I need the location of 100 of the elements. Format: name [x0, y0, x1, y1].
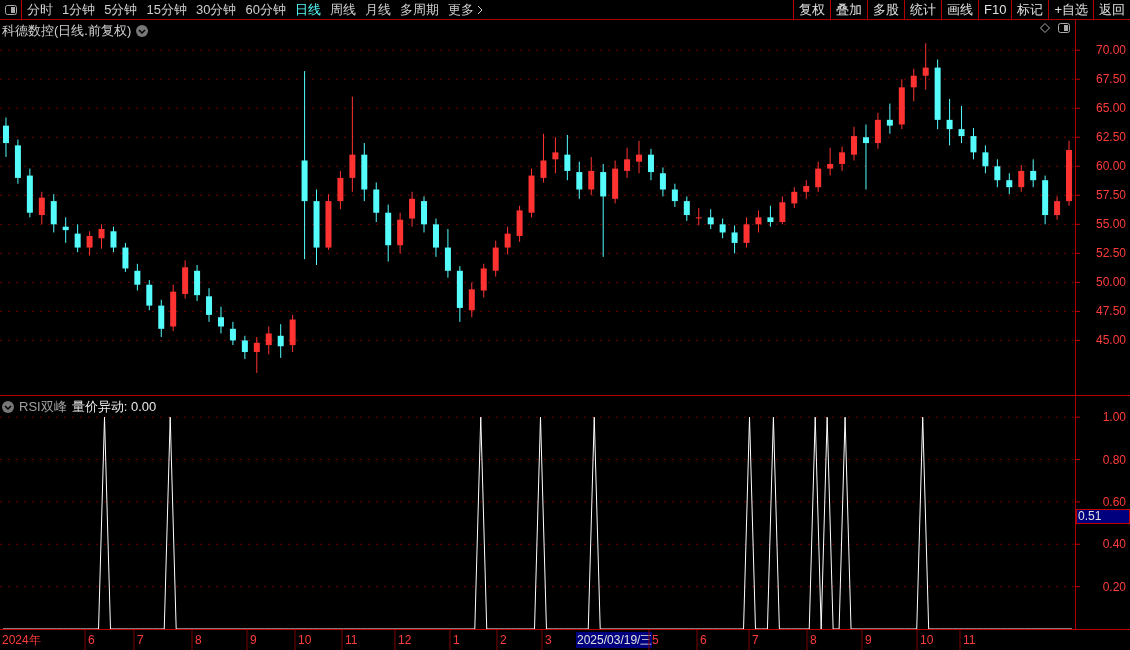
candlestick	[146, 279, 153, 311]
candlestick	[731, 225, 738, 254]
candlestick	[886, 103, 893, 135]
candlestick	[528, 168, 535, 218]
cursor-value-label: 0.51	[1076, 509, 1130, 524]
axis-label: 0.80	[1102, 452, 1126, 467]
axis-label: 62.50	[1095, 130, 1126, 145]
chevron-right-icon	[476, 4, 483, 15]
candlestick	[26, 168, 33, 218]
toolbar-button[interactable]: 复权	[793, 0, 830, 19]
toolbar-button[interactable]: 多股	[867, 0, 904, 19]
date-axis-label: 6	[700, 633, 707, 647]
period-tab[interactable]: 多周期	[399, 0, 439, 20]
axis-label: 0.20	[1102, 579, 1126, 594]
period-tab[interactable]: 60分钟	[245, 0, 286, 20]
candlestick	[337, 170, 344, 210]
candlestick	[874, 112, 881, 150]
toolbar-button[interactable]: 标记	[1011, 0, 1049, 19]
date-axis-label: 12	[398, 633, 412, 647]
period-tab[interactable]: 日线	[294, 0, 321, 20]
dropdown-icon[interactable]	[2, 400, 14, 413]
cursor-date-label: 2025/03/19/三	[576, 632, 653, 648]
candlestick	[707, 208, 714, 230]
candlestick	[624, 147, 631, 179]
candlestick	[970, 127, 977, 160]
indicator-value: 量价异动: 0.00	[71, 398, 157, 416]
candlestick	[779, 195, 786, 225]
candlestick	[612, 160, 619, 204]
candlestick	[241, 335, 248, 360]
candlestick	[170, 284, 177, 332]
candlestick	[110, 226, 117, 253]
period-tab[interactable]: 5分钟	[104, 0, 138, 20]
toolbar-button[interactable]: F10	[978, 0, 1012, 19]
candlestick	[265, 326, 272, 355]
candlestick	[791, 186, 798, 209]
axis-label: 67.50	[1095, 72, 1126, 87]
period-tab[interactable]: 30分钟	[195, 0, 237, 20]
period-tab[interactable]: 15分钟	[146, 0, 187, 20]
candlestick	[576, 161, 583, 200]
candlestick	[1054, 195, 1061, 221]
candlestick	[683, 195, 690, 222]
period-tab[interactable]: 月线	[364, 0, 391, 20]
panel-toggle-icon[interactable]	[1058, 23, 1070, 33]
candlestick	[803, 179, 810, 200]
diamond-icon[interactable]	[1040, 23, 1050, 33]
candlestick	[289, 314, 296, 353]
candlestick	[217, 306, 224, 334]
candlestick	[385, 204, 392, 262]
candlestick	[994, 158, 1001, 188]
candlestick	[325, 193, 332, 251]
candlestick	[946, 98, 953, 146]
candlestick	[182, 259, 189, 300]
candlestick	[958, 105, 965, 144]
axis-label: 70.00	[1095, 43, 1126, 58]
period-tab[interactable]: 分时	[27, 0, 53, 20]
candlestick	[636, 140, 643, 174]
candlestick	[1042, 175, 1049, 225]
candlestick	[74, 223, 81, 253]
candlestick	[86, 230, 93, 257]
candlestick	[361, 142, 368, 202]
candlestick	[397, 212, 404, 254]
candlestick	[934, 58, 941, 130]
toolbar-button[interactable]: 返回	[1093, 0, 1130, 19]
candlestick	[194, 264, 201, 302]
period-tab[interactable]: 1分钟	[62, 0, 96, 20]
date-axis-label: 1	[453, 633, 460, 647]
candlestick	[277, 323, 284, 359]
candlestick	[755, 209, 762, 233]
axis-label: 45.00	[1095, 333, 1126, 348]
date-axis-label: 11	[963, 633, 976, 647]
candlestick	[659, 166, 666, 197]
candlestick	[851, 126, 858, 161]
date-axis-label: 8	[810, 633, 817, 647]
candlestick	[1066, 140, 1073, 207]
date-axis-label: 7	[137, 633, 144, 647]
candlestick	[898, 78, 905, 130]
period-tab[interactable]: 周线	[329, 0, 356, 20]
axis-label: 50.00	[1095, 275, 1126, 290]
date-axis-label: 6	[88, 633, 95, 647]
date-axis-label: 5	[652, 633, 659, 647]
candlestick	[671, 183, 678, 208]
date-axis-label: 10	[920, 633, 934, 647]
candlestick	[253, 336, 260, 374]
axis-label: 0.60	[1102, 494, 1126, 509]
date-axis-label: 2	[500, 633, 507, 647]
axis-label: 1.00	[1102, 410, 1126, 425]
more-button[interactable]: 更多	[447, 0, 483, 20]
toolbar-button[interactable]: +自选	[1048, 0, 1093, 19]
chart-title: 科德数控(日线.前复权)	[2, 22, 132, 40]
toolbar-button[interactable]: 画线	[941, 0, 978, 19]
candlestick	[50, 193, 57, 233]
candlestick	[2, 117, 9, 158]
dropdown-icon[interactable]	[136, 24, 149, 37]
candlestick	[588, 156, 595, 196]
candlestick	[862, 124, 869, 190]
candlestick	[421, 195, 428, 233]
candlestick	[564, 134, 571, 181]
toolbar-button[interactable]: 叠加	[830, 0, 867, 19]
candlestick	[1018, 164, 1025, 193]
toolbar-button[interactable]: 统计	[904, 0, 941, 19]
